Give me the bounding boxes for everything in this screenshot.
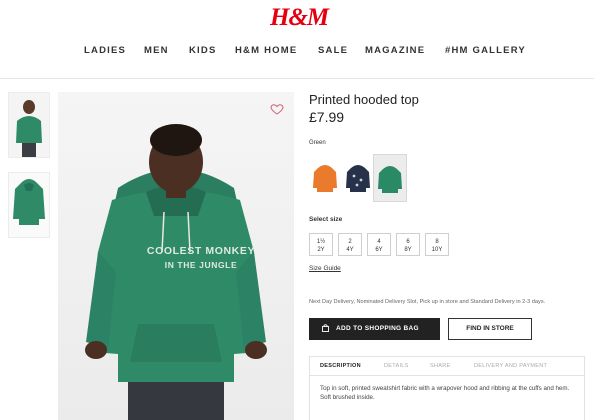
thumbnail-model[interactable]	[8, 92, 50, 158]
hoodie-print-line1: COOLEST MONKEY	[146, 245, 256, 257]
swatch-green[interactable]	[373, 154, 407, 202]
nav-item-hm-home[interactable]: H&M HOME	[235, 45, 297, 56]
site-header: H&M LADIES MEN KIDS H&M HOME SALE MAGAZI…	[0, 0, 594, 79]
swatch-navy-image	[346, 165, 370, 192]
nav-item-hm-gallery[interactable]: #HM GALLERY	[445, 45, 526, 56]
product-tabs: DESCRIPTION DETAILS SHARE DELIVERY AND P…	[309, 356, 585, 420]
size-button-2-4y[interactable]: 2 4Y	[338, 233, 362, 256]
hoodie-print: COOLEST MONKEY IN THE JUNGLE	[146, 244, 256, 272]
size-guide-link[interactable]: Size Guide	[309, 265, 341, 272]
favourite-button[interactable]	[267, 101, 287, 117]
size-range: 6Y	[375, 247, 383, 253]
product-description: Top in soft, printed sweatshirt fabric w…	[320, 385, 570, 401]
tab-bar: DESCRIPTION DETAILS SHARE DELIVERY AND P…	[310, 357, 584, 376]
thumbnail-model-image	[9, 93, 49, 157]
hm-logo[interactable]: H&M	[270, 4, 329, 32]
thumbnail-hoodie[interactable]	[8, 172, 50, 238]
swatch-green-image	[378, 166, 402, 193]
size-age: 4	[377, 239, 381, 245]
size-range: 4Y	[346, 247, 354, 253]
nav-item-kids[interactable]: KIDS	[189, 45, 217, 56]
tab-description[interactable]: DESCRIPTION	[320, 363, 361, 369]
tab-share[interactable]: SHARE	[430, 363, 450, 369]
add-to-bag-label: ADD TO SHOPPING BAG	[336, 325, 419, 332]
nav-item-sale[interactable]: SALE	[318, 45, 348, 56]
tab-details[interactable]: DETAILS	[384, 363, 409, 369]
size-range: 2Y	[317, 247, 325, 253]
swatch-orange[interactable]	[309, 154, 341, 200]
delivery-info: Next Day Delivery, Nominated Delivery Sl…	[309, 299, 546, 305]
color-label: Green	[309, 140, 326, 146]
size-age: 2	[348, 239, 352, 245]
swatch-navy[interactable]	[342, 154, 374, 200]
shopping-bag-icon	[322, 324, 329, 332]
size-age: 8	[435, 239, 439, 245]
heart-icon	[270, 104, 284, 115]
nav-item-ladies[interactable]: LADIES	[84, 45, 126, 56]
size-button-8-10y[interactable]: 8 10Y	[425, 233, 449, 256]
size-button-4-6y[interactable]: 4 6Y	[367, 233, 391, 256]
swatch-orange-image	[313, 165, 337, 192]
main-nav: LADIES MEN KIDS H&M HOME SALE MAGAZINE #…	[0, 45, 594, 59]
size-age: 1½	[316, 239, 326, 245]
product-image: COOLEST MONKEY IN THE JUNGLE	[58, 92, 294, 420]
product-title: Printed hooded top	[309, 92, 419, 107]
thumbnail-hoodie-image	[9, 173, 49, 237]
nav-item-magazine[interactable]: MAGAZINE	[365, 45, 425, 56]
size-button-6-8y[interactable]: 6 8Y	[396, 233, 420, 256]
size-age: 6	[406, 239, 410, 245]
size-range: 8Y	[404, 247, 412, 253]
product-price: £7.99	[309, 109, 345, 125]
hoodie-print-line2: IN THE JUNGLE	[164, 260, 238, 270]
add-to-bag-button[interactable]: ADD TO SHOPPING BAG	[309, 318, 440, 340]
nav-item-men[interactable]: MEN	[144, 45, 169, 56]
size-range: 10Y	[431, 247, 443, 253]
size-button-1-2y[interactable]: 1½ 2Y	[309, 233, 333, 256]
tab-delivery-and-payment[interactable]: DELIVERY AND PAYMENT	[474, 363, 547, 369]
select-size-label: Select size	[309, 216, 343, 223]
find-in-store-button[interactable]: FIND IN STORE	[448, 318, 532, 340]
